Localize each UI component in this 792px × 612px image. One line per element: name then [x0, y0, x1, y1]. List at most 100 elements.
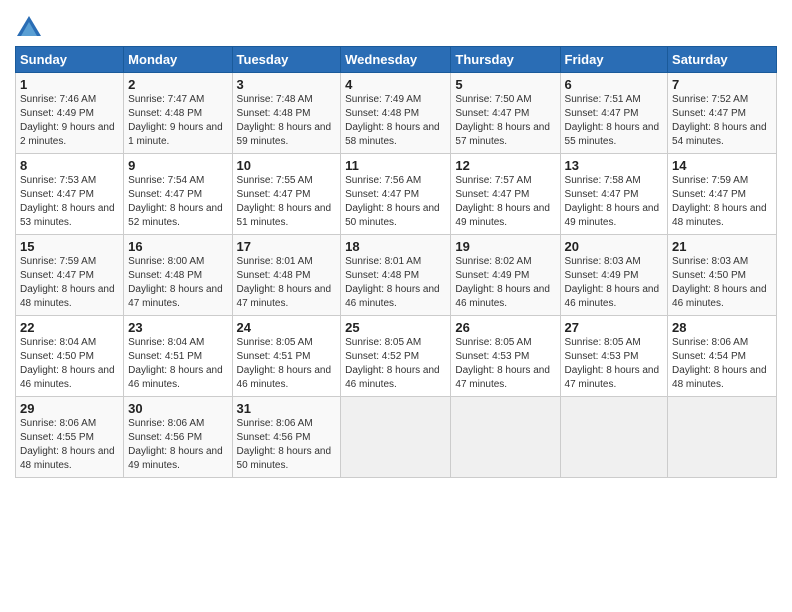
day-detail: Sunrise: 8:01 AM Sunset: 4:48 PM Dayligh…	[237, 255, 337, 311]
calendar-cell	[668, 397, 777, 478]
header-row: SundayMondayTuesdayWednesdayThursdayFrid…	[16, 47, 777, 73]
calendar-cell: 11 Sunrise: 7:56 AM Sunset: 4:47 PM Dayl…	[341, 154, 451, 235]
day-number: 12	[455, 158, 555, 173]
day-number: 2	[128, 77, 227, 92]
day-number: 31	[237, 401, 337, 416]
day-detail: Sunrise: 7:53 AM Sunset: 4:47 PM Dayligh…	[20, 174, 119, 230]
header	[15, 10, 777, 42]
day-detail: Sunrise: 8:06 AM Sunset: 4:56 PM Dayligh…	[237, 417, 337, 473]
day-detail: Sunrise: 8:00 AM Sunset: 4:48 PM Dayligh…	[128, 255, 227, 311]
day-header-saturday: Saturday	[668, 47, 777, 73]
day-detail: Sunrise: 8:04 AM Sunset: 4:50 PM Dayligh…	[20, 336, 119, 392]
day-detail: Sunrise: 7:49 AM Sunset: 4:48 PM Dayligh…	[345, 93, 446, 149]
day-detail: Sunrise: 8:03 AM Sunset: 4:49 PM Dayligh…	[565, 255, 664, 311]
day-detail: Sunrise: 8:05 AM Sunset: 4:53 PM Dayligh…	[455, 336, 555, 392]
day-detail: Sunrise: 8:02 AM Sunset: 4:49 PM Dayligh…	[455, 255, 555, 311]
calendar-cell: 18 Sunrise: 8:01 AM Sunset: 4:48 PM Dayl…	[341, 235, 451, 316]
calendar-cell: 6 Sunrise: 7:51 AM Sunset: 4:47 PM Dayli…	[560, 73, 668, 154]
day-number: 23	[128, 320, 227, 335]
day-detail: Sunrise: 8:04 AM Sunset: 4:51 PM Dayligh…	[128, 336, 227, 392]
logo	[15, 14, 47, 42]
day-number: 5	[455, 77, 555, 92]
day-header-monday: Monday	[124, 47, 232, 73]
day-number: 10	[237, 158, 337, 173]
day-number: 7	[672, 77, 772, 92]
day-detail: Sunrise: 8:01 AM Sunset: 4:48 PM Dayligh…	[345, 255, 446, 311]
calendar-cell: 14 Sunrise: 7:59 AM Sunset: 4:47 PM Dayl…	[668, 154, 777, 235]
day-number: 11	[345, 158, 446, 173]
calendar-cell: 22 Sunrise: 8:04 AM Sunset: 4:50 PM Dayl…	[16, 316, 124, 397]
day-number: 17	[237, 239, 337, 254]
day-number: 16	[128, 239, 227, 254]
day-detail: Sunrise: 8:06 AM Sunset: 4:56 PM Dayligh…	[128, 417, 227, 473]
day-detail: Sunrise: 7:54 AM Sunset: 4:47 PM Dayligh…	[128, 174, 227, 230]
day-detail: Sunrise: 7:55 AM Sunset: 4:47 PM Dayligh…	[237, 174, 337, 230]
day-detail: Sunrise: 8:05 AM Sunset: 4:51 PM Dayligh…	[237, 336, 337, 392]
day-number: 25	[345, 320, 446, 335]
calendar-cell: 5 Sunrise: 7:50 AM Sunset: 4:47 PM Dayli…	[451, 73, 560, 154]
week-row-3: 15 Sunrise: 7:59 AM Sunset: 4:47 PM Dayl…	[16, 235, 777, 316]
calendar-cell: 19 Sunrise: 8:02 AM Sunset: 4:49 PM Dayl…	[451, 235, 560, 316]
day-number: 19	[455, 239, 555, 254]
day-detail: Sunrise: 8:06 AM Sunset: 4:54 PM Dayligh…	[672, 336, 772, 392]
week-row-4: 22 Sunrise: 8:04 AM Sunset: 4:50 PM Dayl…	[16, 316, 777, 397]
calendar-cell: 3 Sunrise: 7:48 AM Sunset: 4:48 PM Dayli…	[232, 73, 341, 154]
calendar-cell: 4 Sunrise: 7:49 AM Sunset: 4:48 PM Dayli…	[341, 73, 451, 154]
calendar-cell: 29 Sunrise: 8:06 AM Sunset: 4:55 PM Dayl…	[16, 397, 124, 478]
day-number: 14	[672, 158, 772, 173]
calendar-cell: 31 Sunrise: 8:06 AM Sunset: 4:56 PM Dayl…	[232, 397, 341, 478]
day-detail: Sunrise: 7:50 AM Sunset: 4:47 PM Dayligh…	[455, 93, 555, 149]
day-number: 22	[20, 320, 119, 335]
calendar-cell: 2 Sunrise: 7:47 AM Sunset: 4:48 PM Dayli…	[124, 73, 232, 154]
calendar-cell: 1 Sunrise: 7:46 AM Sunset: 4:49 PM Dayli…	[16, 73, 124, 154]
day-number: 3	[237, 77, 337, 92]
day-number: 24	[237, 320, 337, 335]
day-detail: Sunrise: 7:59 AM Sunset: 4:47 PM Dayligh…	[672, 174, 772, 230]
day-detail: Sunrise: 7:51 AM Sunset: 4:47 PM Dayligh…	[565, 93, 664, 149]
week-row-1: 1 Sunrise: 7:46 AM Sunset: 4:49 PM Dayli…	[16, 73, 777, 154]
day-number: 30	[128, 401, 227, 416]
day-detail: Sunrise: 7:48 AM Sunset: 4:48 PM Dayligh…	[237, 93, 337, 149]
day-detail: Sunrise: 8:06 AM Sunset: 4:55 PM Dayligh…	[20, 417, 119, 473]
calendar-cell: 20 Sunrise: 8:03 AM Sunset: 4:49 PM Dayl…	[560, 235, 668, 316]
day-number: 13	[565, 158, 664, 173]
calendar-body: 1 Sunrise: 7:46 AM Sunset: 4:49 PM Dayli…	[16, 73, 777, 478]
day-detail: Sunrise: 8:05 AM Sunset: 4:52 PM Dayligh…	[345, 336, 446, 392]
day-detail: Sunrise: 7:59 AM Sunset: 4:47 PM Dayligh…	[20, 255, 119, 311]
logo-icon	[15, 14, 43, 42]
calendar-cell: 21 Sunrise: 8:03 AM Sunset: 4:50 PM Dayl…	[668, 235, 777, 316]
day-number: 26	[455, 320, 555, 335]
calendar-cell: 10 Sunrise: 7:55 AM Sunset: 4:47 PM Dayl…	[232, 154, 341, 235]
calendar-cell: 17 Sunrise: 8:01 AM Sunset: 4:48 PM Dayl…	[232, 235, 341, 316]
day-number: 15	[20, 239, 119, 254]
day-number: 27	[565, 320, 664, 335]
calendar-cell: 8 Sunrise: 7:53 AM Sunset: 4:47 PM Dayli…	[16, 154, 124, 235]
day-detail: Sunrise: 8:05 AM Sunset: 4:53 PM Dayligh…	[565, 336, 664, 392]
day-number: 4	[345, 77, 446, 92]
calendar-table: SundayMondayTuesdayWednesdayThursdayFrid…	[15, 46, 777, 478]
day-number: 28	[672, 320, 772, 335]
day-detail: Sunrise: 7:56 AM Sunset: 4:47 PM Dayligh…	[345, 174, 446, 230]
day-number: 18	[345, 239, 446, 254]
day-header-friday: Friday	[560, 47, 668, 73]
day-detail: Sunrise: 7:47 AM Sunset: 4:48 PM Dayligh…	[128, 93, 227, 149]
calendar-cell	[341, 397, 451, 478]
page-container: SundayMondayTuesdayWednesdayThursdayFrid…	[0, 0, 792, 488]
day-number: 6	[565, 77, 664, 92]
calendar-header: SundayMondayTuesdayWednesdayThursdayFrid…	[16, 47, 777, 73]
calendar-cell: 12 Sunrise: 7:57 AM Sunset: 4:47 PM Dayl…	[451, 154, 560, 235]
week-row-5: 29 Sunrise: 8:06 AM Sunset: 4:55 PM Dayl…	[16, 397, 777, 478]
day-number: 20	[565, 239, 664, 254]
calendar-cell: 7 Sunrise: 7:52 AM Sunset: 4:47 PM Dayli…	[668, 73, 777, 154]
calendar-cell	[560, 397, 668, 478]
day-number: 9	[128, 158, 227, 173]
day-number: 29	[20, 401, 119, 416]
week-row-2: 8 Sunrise: 7:53 AM Sunset: 4:47 PM Dayli…	[16, 154, 777, 235]
day-header-wednesday: Wednesday	[341, 47, 451, 73]
calendar-cell: 30 Sunrise: 8:06 AM Sunset: 4:56 PM Dayl…	[124, 397, 232, 478]
calendar-cell: 26 Sunrise: 8:05 AM Sunset: 4:53 PM Dayl…	[451, 316, 560, 397]
calendar-cell: 25 Sunrise: 8:05 AM Sunset: 4:52 PM Dayl…	[341, 316, 451, 397]
day-header-sunday: Sunday	[16, 47, 124, 73]
day-detail: Sunrise: 7:52 AM Sunset: 4:47 PM Dayligh…	[672, 93, 772, 149]
day-number: 1	[20, 77, 119, 92]
